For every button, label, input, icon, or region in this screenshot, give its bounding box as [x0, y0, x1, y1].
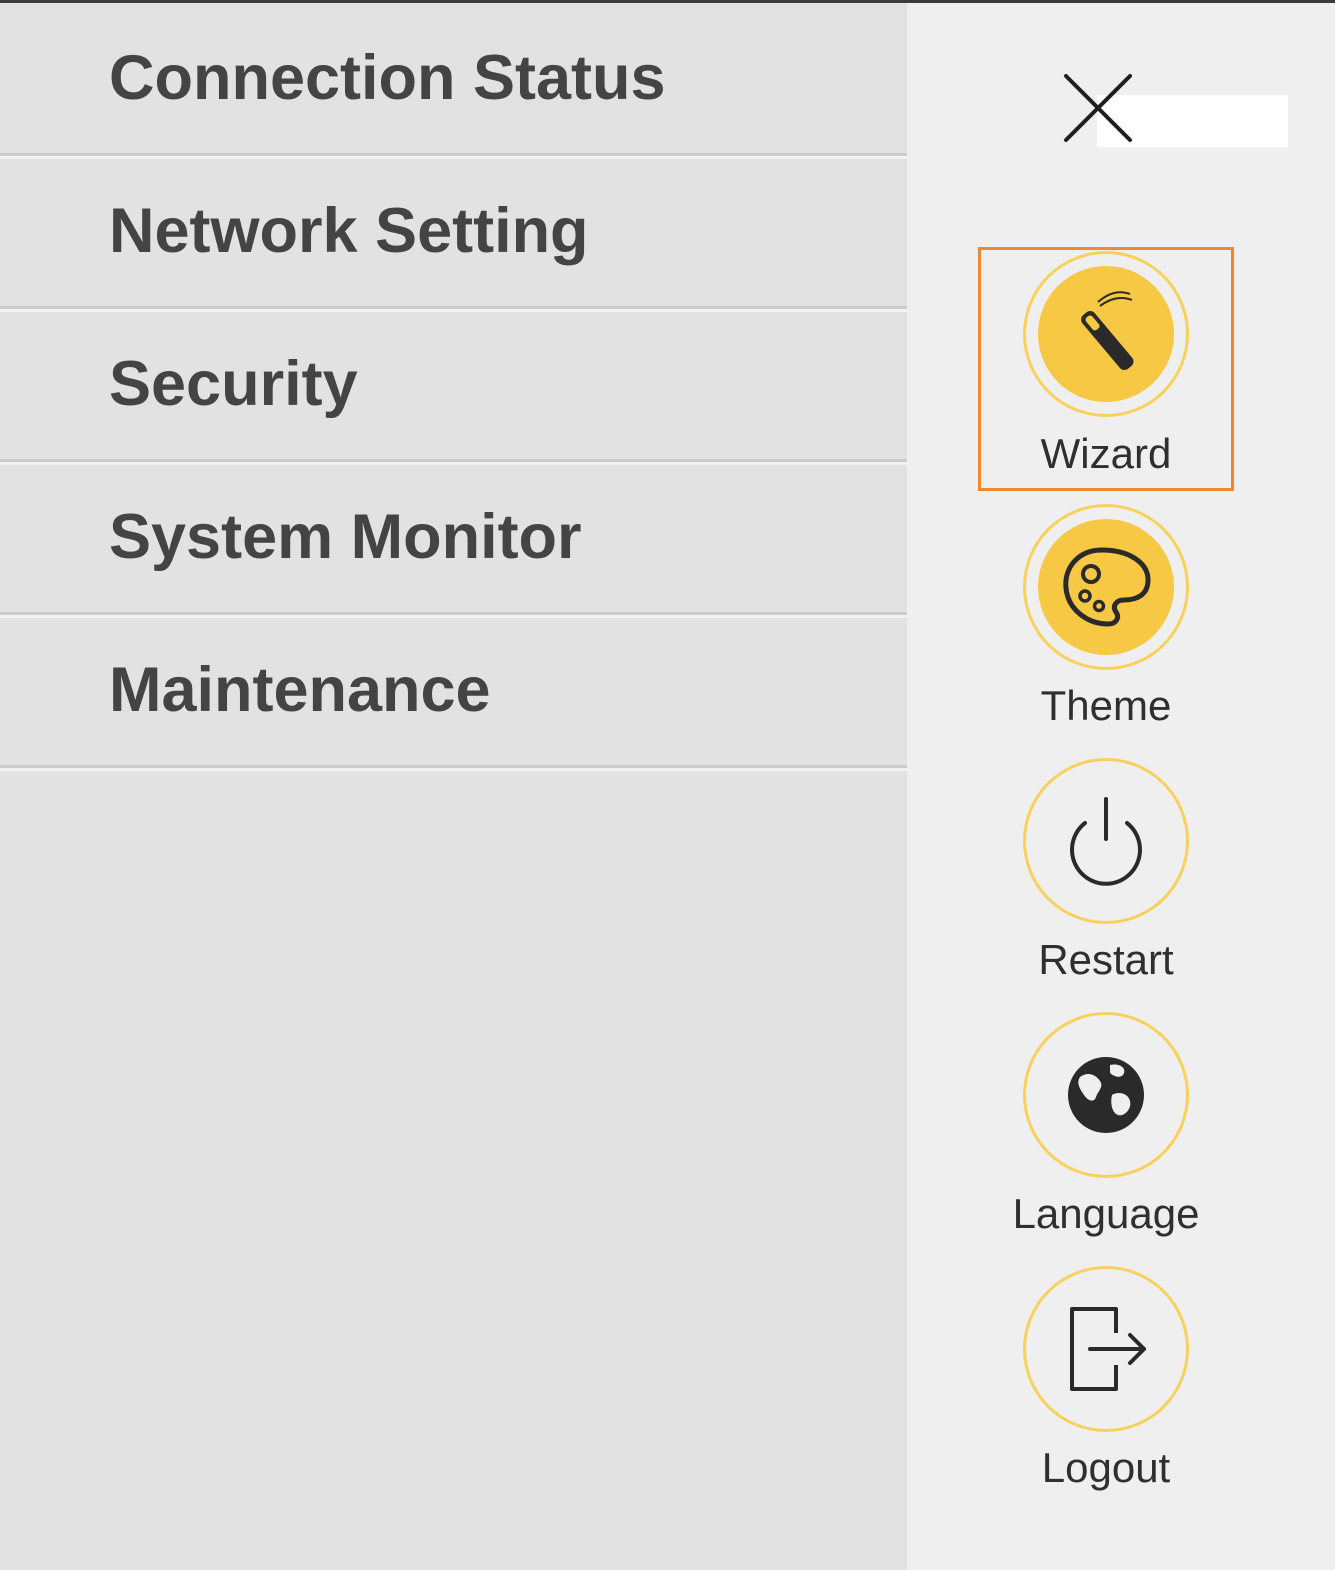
logout-icon-circle	[1023, 1266, 1189, 1432]
close-icon	[1064, 74, 1132, 142]
close-button[interactable]	[1060, 70, 1136, 146]
language-button[interactable]: Language	[978, 1008, 1234, 1252]
main-menu: Connection Status Network Setting Securi…	[0, 3, 907, 1570]
restart-button[interactable]: Restart	[978, 754, 1234, 998]
language-label: Language	[1012, 1190, 1200, 1237]
logout-icon	[1070, 1307, 1146, 1391]
menu-item-label: Network Setting	[109, 196, 589, 266]
wizard-button[interactable]: Wizard	[978, 247, 1234, 491]
power-icon	[1070, 797, 1142, 886]
menu-item-security[interactable]: Security	[0, 309, 907, 465]
menu-item-label: Security	[109, 349, 358, 419]
theme-label: Theme	[1040, 682, 1172, 729]
language-icon-circle	[1023, 1012, 1189, 1178]
menu-item-label: Maintenance	[109, 655, 491, 725]
menu-item-label: System Monitor	[109, 502, 582, 572]
theme-icon-circle	[1023, 504, 1189, 670]
menu-item-label: Connection Status	[109, 43, 666, 113]
menu-item-maintenance[interactable]: Maintenance	[0, 615, 907, 771]
logout-label: Logout	[1041, 1444, 1171, 1491]
magic-wand-icon	[1081, 291, 1134, 371]
wizard-icon-circle	[1023, 251, 1189, 417]
menu-item-system-monitor[interactable]: System Monitor	[0, 462, 907, 618]
logout-button[interactable]: Logout	[978, 1262, 1234, 1506]
wizard-label: Wizard	[1040, 430, 1172, 477]
menu-item-network-setting[interactable]: Network Setting	[0, 156, 907, 312]
menu-item-connection-status[interactable]: Connection Status	[0, 3, 907, 159]
palette-icon	[1063, 547, 1151, 627]
restart-icon-circle	[1023, 758, 1189, 924]
theme-button[interactable]: Theme	[978, 500, 1234, 744]
restart-label: Restart	[1038, 936, 1174, 983]
globe-icon	[1068, 1057, 1144, 1133]
